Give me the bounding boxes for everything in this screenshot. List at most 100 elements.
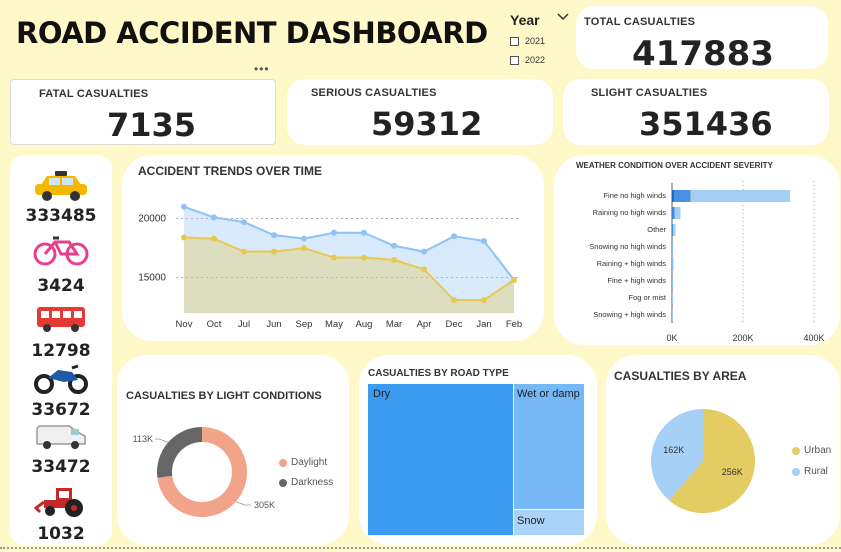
kpi-serious-label: SERIOUS CASUALTIES [311,87,437,99]
data-point [241,248,247,255]
checkbox-2022[interactable] [510,56,519,66]
year-option-2021[interactable]: 2021 [510,36,545,47]
legend-rural: Rural [792,466,828,477]
data-point [481,297,487,304]
category-label: Other [647,225,666,234]
legend-label: Rural [804,466,828,477]
y-tick-label: 15000 [138,273,166,284]
data-label: 256K [722,467,743,477]
x-tick-label: Mar [386,319,402,330]
road-type-card: CASUALTIES BY ROAD TYPE Dry Wet or damp … [359,355,597,545]
x-tick-label: Apr [417,319,432,330]
trend-chart: 15000 20000 Nov Oct Jul Jun Sep May Aug Mar Apr Dec… [138,203,522,330]
data-point [421,266,427,273]
kpi-fatal-value: 7135 [107,106,197,144]
data-label: 113K [133,434,153,444]
weather-chart: 0K 200K 400K Fine no high winds Raining no h… [589,181,825,343]
motorcycle-icon [10,364,112,394]
x-tick-label: 200K [732,333,753,343]
data-point [361,229,367,236]
legend-label: Darkness [291,477,334,488]
bar-segment [672,275,673,287]
treemap-label: Snow [517,515,545,527]
bar-segment [672,292,673,304]
vehicle-car-value: 333485 [25,206,97,226]
data-point [481,238,487,245]
category-label: Fog or mist [628,293,666,302]
year-option-label: 2022 [525,55,546,65]
bar-segment [672,207,675,219]
bicycle-icon [10,234,112,266]
leader-line [235,501,251,506]
pie-slice [157,427,202,478]
legend-label: Urban [804,445,832,456]
title-card: ROAD ACCIDENT DASHBOARD ••• [8,6,492,76]
category-label: Raining + high winds [597,259,667,268]
data-point [301,245,307,252]
bar-segment [672,258,674,270]
kpi-fatal-card: FATAL CASUALTIES 7135 [10,79,276,145]
data-point [331,254,337,261]
x-tick-label: Jul [238,319,250,330]
bar-segment [674,207,681,219]
bar-segment [672,190,674,202]
x-tick-label: Oct [207,319,222,330]
data-point [271,232,277,239]
y-tick-label: 20000 [138,214,166,225]
area-chart-card: CASUALTIES BY AREA 256K 162K Urban Rural [606,355,840,545]
treemap-tile-dry[interactable]: Dry [368,384,513,535]
vehicle-van-value: 33472 [31,457,91,477]
bar-segment [672,241,674,253]
legend-dot-darkness [279,478,287,487]
treemap-tile-wet[interactable]: Wet or damp [514,384,584,509]
data-point [301,235,307,242]
x-tick-label: Feb [506,319,522,330]
data-point [451,233,457,240]
category-label: Snowing no high winds [589,242,666,251]
page-title: ROAD ACCIDENT DASHBOARD [16,16,488,50]
kpi-total-card: TOTAL CASUALTIES 417883 [576,6,828,74]
category-label: Snowing + high winds [593,310,666,319]
taxi-car-icon [10,171,112,201]
legend-daylight: Daylight [279,457,327,468]
legend-dot-rural [792,467,800,476]
x-tick-label: Dec [446,319,463,330]
data-point [211,214,217,221]
vehicle-bicycle-value: 3424 [37,276,85,296]
light-chart-card: CASUALTIES BY LIGHT CONDITIONS 305K 113K … [117,355,349,545]
x-tick-label: Aug [356,319,373,330]
data-point [241,219,247,226]
legend-dot-urban [792,446,800,455]
tractor-icon [10,486,112,518]
checkbox-2021[interactable] [510,37,519,47]
x-tick-label: 0K [666,333,677,343]
data-point [451,297,457,304]
vehicle-tractor-value: 1032 [37,524,85,544]
data-point [271,248,277,255]
treemap-label: Wet or damp [517,388,580,400]
leader-line [155,438,169,443]
kpi-serious-card: SERIOUS CASUALTIES 59312 [287,79,553,145]
year-option-2022[interactable]: 2022 [510,55,546,66]
bottom-divider [0,547,841,549]
kpi-slight-card: SLIGHT CASUALTIES 351436 [563,79,829,145]
treemap-tile-snow[interactable]: Snow [514,510,584,535]
bar-segment [673,190,691,202]
data-point [211,235,217,242]
trend-chart-card: ACCIDENT TRENDS OVER TIME 15000 20000 Nov O… [122,155,544,341]
data-point [391,256,397,263]
category-label: Raining no high winds [593,208,667,217]
chevron-down-icon[interactable] [557,12,569,25]
light-donut-chart: 305K 113K [133,427,275,517]
bar-segment [690,190,791,202]
bus-icon [10,305,112,333]
van-icon [10,424,112,450]
x-tick-label: Nov [176,319,193,330]
more-dots-icon[interactable]: ••• [254,62,270,76]
data-point [391,242,397,249]
bar-segment [672,224,676,236]
kpi-total-label: TOTAL CASUALTIES [584,16,696,28]
vehicle-motorcycle-value: 33672 [31,400,91,420]
category-label: Fine + high winds [607,276,666,285]
year-slicer: Year 2021 2022 [506,8,574,68]
